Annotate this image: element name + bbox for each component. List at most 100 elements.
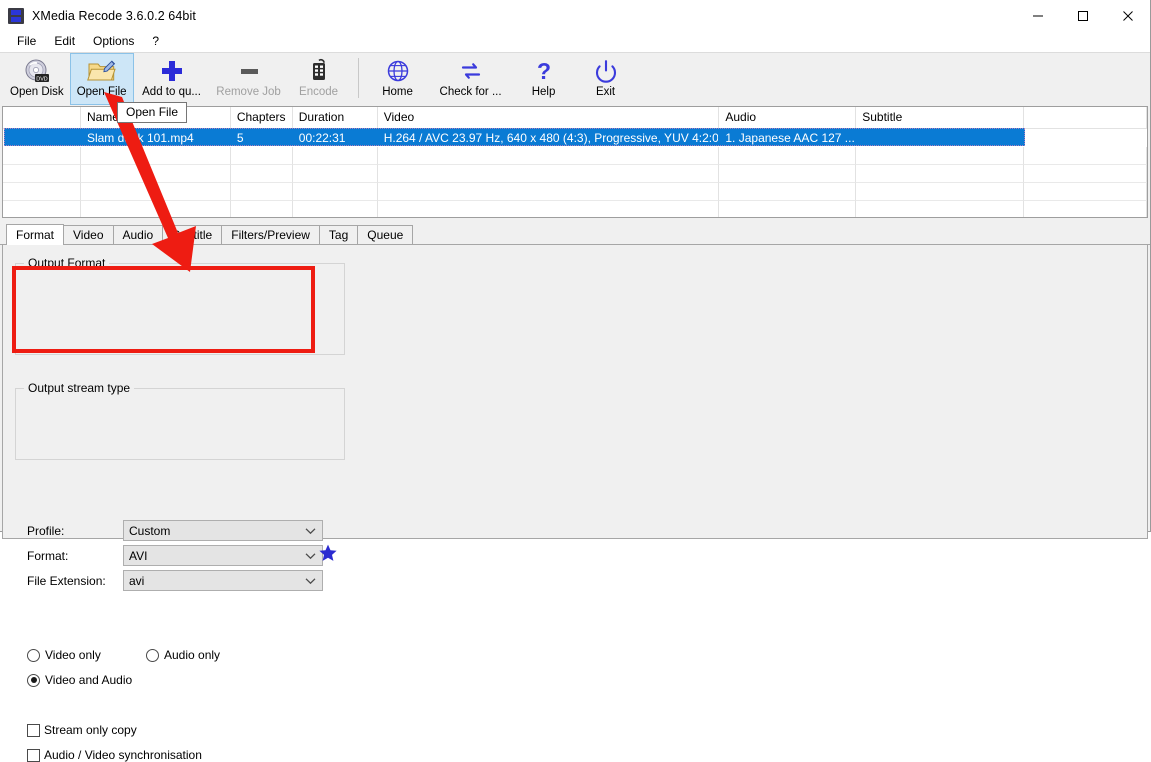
cell-name: Slam dunk 101.mp4 [86,131,194,145]
globe-icon [381,57,415,85]
cell-empty [856,147,1025,165]
checkbox-icon [27,748,40,762]
format-panel: Output Format Profile: Custom Format: AV… [2,245,1148,762]
table-row-empty[interactable] [3,165,1147,183]
column-header-duration[interactable]: Duration [293,107,378,128]
radio-video-only[interactable]: Video only [27,648,101,662]
cell-empty [3,147,81,165]
cell-duration: 00:22:31 [298,131,346,145]
tab-video[interactable]: Video [63,225,114,244]
tab-subtitle[interactable]: Subtitle [162,225,223,244]
toolbar-button-remove-job[interactable]: Remove Job [210,53,288,105]
toolbar-button-open-file[interactable]: Open File [69,53,134,105]
cell-empty [719,165,857,183]
tab-label: Tag [328,228,349,242]
cell-empty [292,147,378,165]
cell-empty [377,165,720,183]
menu-item-help[interactable]: ? [143,32,168,51]
chevron-down-icon [304,575,316,587]
cell-blank [3,129,81,147]
toolbar-button-check-for-updates[interactable]: Check for ... [429,53,513,105]
menu-item-file[interactable]: File [8,32,45,51]
file-extension-dropdown[interactable]: avi [123,570,323,591]
window-controls [1015,0,1150,31]
cell-empty [719,183,857,201]
tab-format[interactable]: Format [6,224,65,245]
radio-label: Audio only [164,648,221,662]
application-window: XMedia Recode 3.6.0.2 64bit File Edit Op… [0,0,1151,762]
column-header-chapters[interactable]: Chapters [231,107,293,128]
cell-empty [3,165,81,183]
profile-dropdown[interactable]: Custom [123,520,323,541]
cell-empty [3,183,81,201]
minimize-icon[interactable] [1015,0,1060,31]
cell-empty [230,183,293,201]
toolbar-label-home: Home [382,86,413,98]
cell-empty [1024,201,1147,217]
column-header-video[interactable]: Video [378,107,720,128]
toolbar-button-open-disk[interactable]: DVD Open Disk [4,53,70,105]
toolbar-button-encode[interactable]: Encode [288,53,350,105]
cell-empty [719,201,857,217]
cell-empty [1024,147,1147,165]
tab-tag[interactable]: Tag [318,225,359,244]
svg-text:DVD: DVD [36,76,47,82]
cell-empty [377,183,720,201]
radio-icon-selected [27,673,40,687]
file-extension-value: avi [129,573,145,588]
plus-icon [155,57,189,85]
toolbar-separator-1 [357,58,359,98]
radio-audio-only[interactable]: Audio only [146,648,220,662]
cell-empty [1024,165,1147,183]
table-row-empty[interactable] [3,147,1147,165]
tab-filters-preview[interactable]: Filters/Preview [221,225,320,244]
column-header-subtitle[interactable]: Subtitle [856,107,1025,128]
radio-label: Video and Audio [45,673,133,687]
toolbar-button-help[interactable]: ? Help [513,53,575,105]
cell-empty [292,183,378,201]
output-stream-type-group-label: Output stream type [24,381,135,395]
column-header-blank[interactable] [3,107,81,128]
checkbox-audio-video-sync[interactable]: Audio / Video synchronisation [27,748,202,762]
menu-item-options[interactable]: Options [84,32,143,51]
checkbox-label: Audio / Video synchronisation [44,748,202,762]
disc-icon: DVD [20,57,54,85]
cell-empty [1024,183,1147,201]
table-row-empty[interactable] [3,201,1147,217]
toolbar-button-add-to-queue[interactable]: Add to qu... [134,53,210,105]
toolbar-button-home[interactable]: Home [367,53,429,105]
menu-item-edit[interactable]: Edit [45,32,84,51]
tab-label: Filters/Preview [231,228,310,242]
toolbar-button-exit[interactable]: Exit [575,53,637,105]
toolbar-label-open-file: Open File [76,86,127,98]
table-row[interactable]: Slam dunk 101.mp4 5 00:22:31 H.264 / AVC… [3,129,1147,147]
tab-audio[interactable]: Audio [112,225,164,244]
tab-label: Queue [367,228,404,242]
tab-queue[interactable]: Queue [357,225,414,244]
close-icon[interactable] [1105,0,1150,31]
favorite-star-button[interactable] [317,542,339,564]
radio-icon [27,648,40,662]
maximize-icon[interactable] [1060,0,1105,31]
cell-audio: 1. Japanese AAC 127 ... [725,131,855,145]
table-row-empty[interactable] [3,183,1147,201]
profile-label: Profile: [27,523,65,538]
cell-empty [230,165,293,183]
cell-empty [856,201,1025,217]
cell-empty [231,201,293,217]
toolbar: DVD Open Disk Open File Add to qu... Rem… [0,52,1150,106]
radio-video-and-audio[interactable]: Video and Audio [27,673,132,687]
format-value: AVI [129,548,148,563]
tab-bar: Format Video Audio Subtitle Filters/Prev… [0,224,1150,245]
column-header-end[interactable] [1024,107,1147,128]
cell-subtitle [856,129,1024,147]
cell-empty [80,147,231,165]
checkbox-stream-only-copy[interactable]: Stream only copy [27,723,137,737]
toolbar-label-exit: Exit [595,86,616,98]
toolbar-label-encode: Encode [299,86,339,98]
cell-empty [856,165,1025,183]
toolbar-label-help: Help [531,86,556,98]
column-header-audio[interactable]: Audio [719,107,857,128]
format-dropdown[interactable]: AVI [123,545,323,566]
tab-label: Audio [122,228,154,242]
